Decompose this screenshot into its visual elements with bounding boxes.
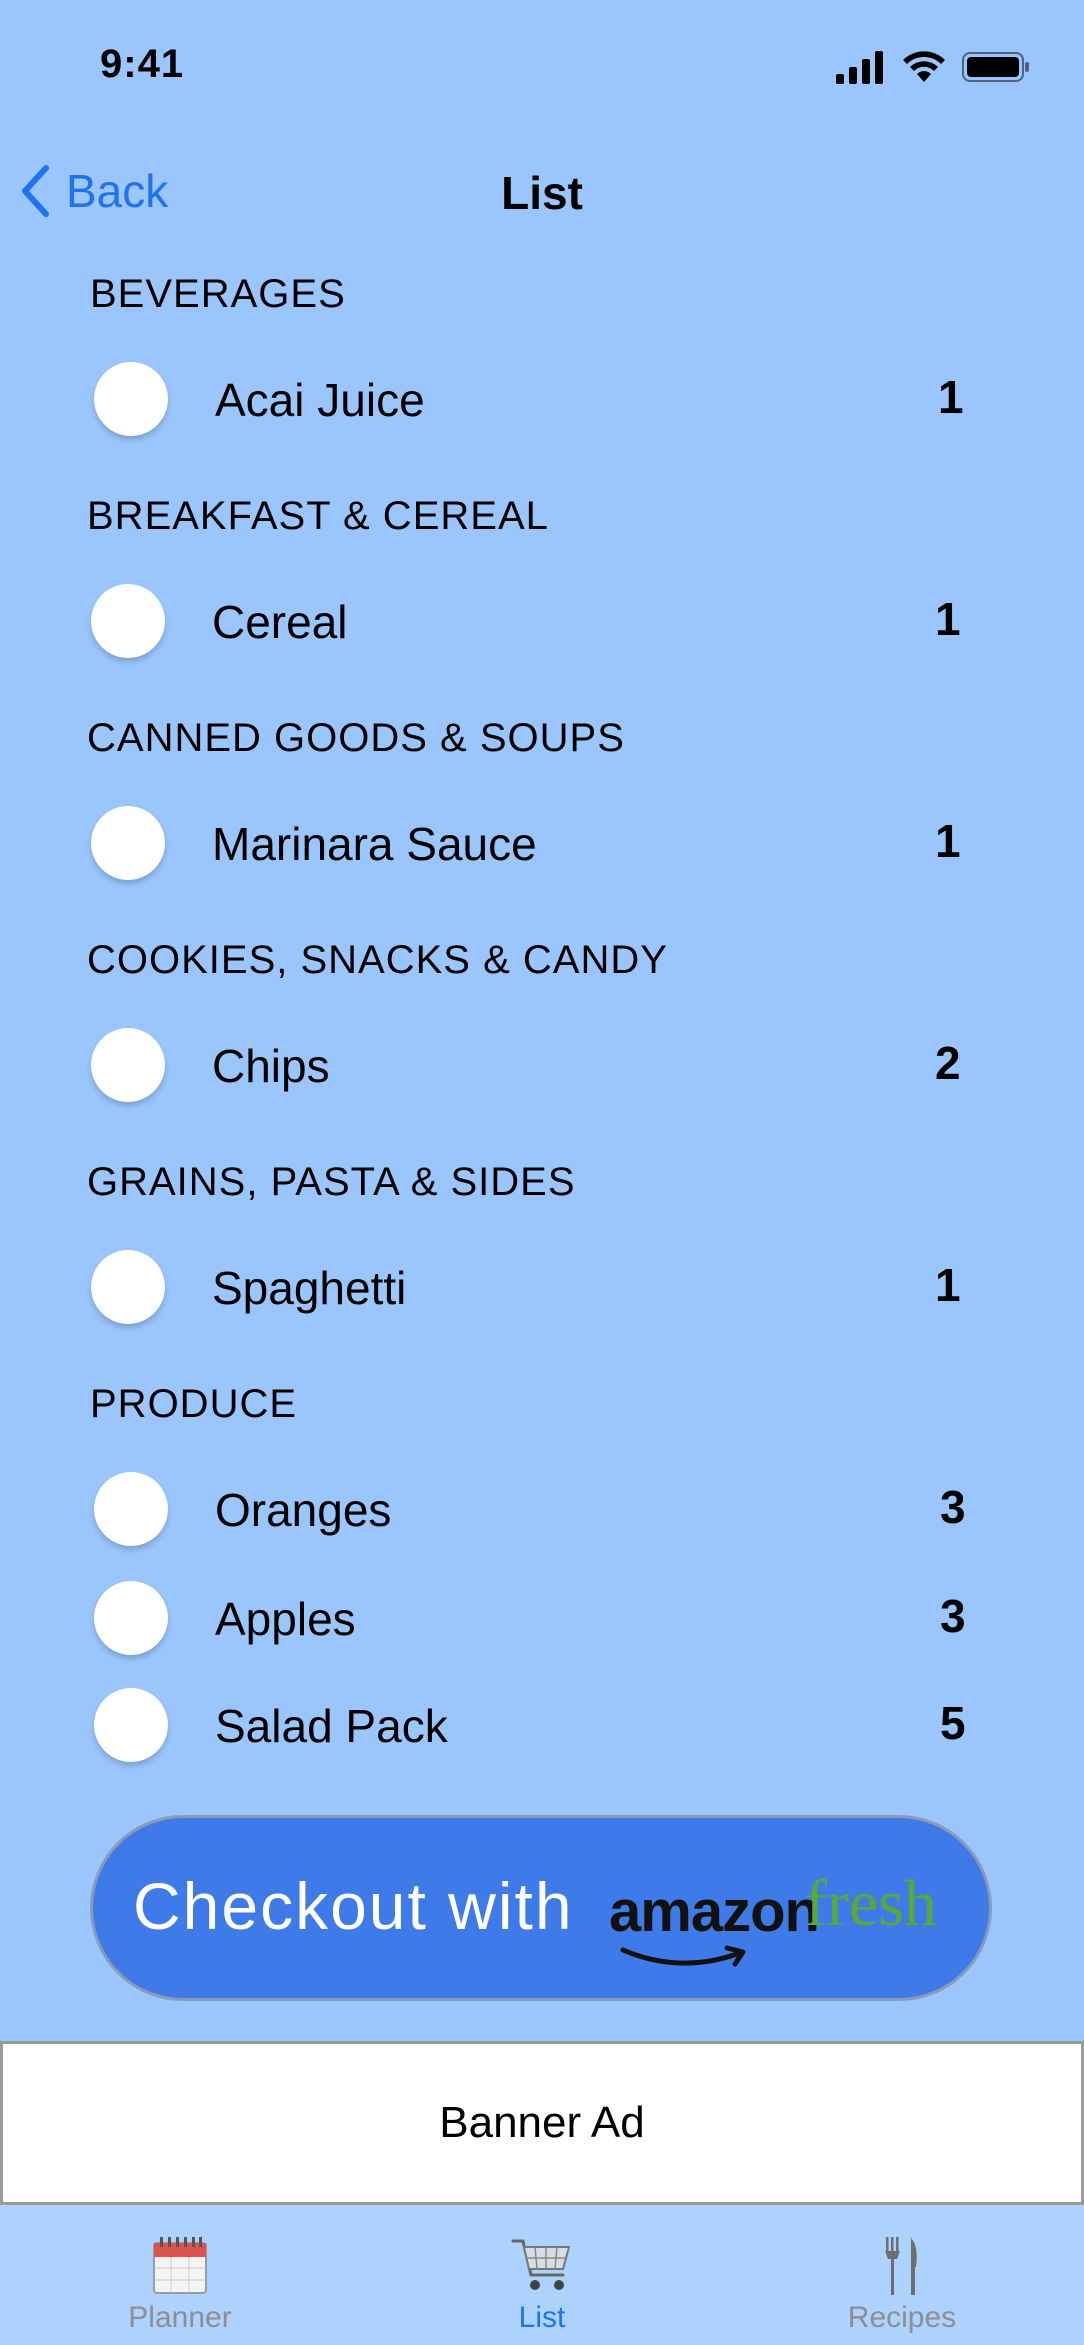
- section-header-produce: PRODUCE: [90, 1382, 298, 1426]
- item-checkbox[interactable]: [91, 806, 165, 880]
- item-quantity: 5: [940, 1697, 966, 1749]
- item-quantity: 1: [935, 1259, 961, 1311]
- item-checkbox[interactable]: [94, 1688, 168, 1762]
- section-header-breakfast-cereal: BREAKFAST & CEREAL: [87, 494, 549, 538]
- list-item: Spaghetti 1: [0, 1243, 1084, 1333]
- cellular-signal-icon: [836, 51, 883, 84]
- tab-label-recipes: Recipes: [847, 2301, 957, 2334]
- item-quantity: 1: [935, 593, 961, 645]
- item-checkbox[interactable]: [94, 362, 168, 436]
- list-item: Oranges 3: [0, 1465, 1084, 1555]
- tab-label-planner: Planner: [128, 2301, 232, 2334]
- item-checkbox[interactable]: [91, 1250, 165, 1324]
- list-item: Chips 2: [0, 1021, 1084, 1111]
- tab-list[interactable]: List: [442, 2205, 642, 2345]
- item-name: Oranges: [215, 1484, 392, 1536]
- list-item: Acai Juice 1: [0, 355, 1084, 445]
- list-item: Marinara Sauce 1: [0, 799, 1084, 889]
- list-item: Salad Pack 5: [0, 1681, 1084, 1771]
- item-quantity: 3: [940, 1590, 966, 1642]
- item-checkbox[interactable]: [91, 1028, 165, 1102]
- navigation-bar: Back List: [0, 150, 1084, 240]
- wifi-icon: [903, 51, 945, 82]
- item-name: Salad Pack: [215, 1700, 448, 1752]
- section-header-canned-goods-soups: CANNED GOODS & SOUPS: [87, 716, 625, 760]
- item-checkbox[interactable]: [91, 584, 165, 658]
- shopping-cart-icon: [511, 2239, 571, 2290]
- item-name: Cereal: [212, 596, 348, 648]
- item-quantity: 1: [935, 815, 961, 867]
- tab-recipes[interactable]: Recipes: [802, 2205, 1002, 2345]
- list-item: Apples 3: [0, 1574, 1084, 1664]
- section-header-grains-pasta-sides: GRAINS, PASTA & SIDES: [87, 1160, 576, 1204]
- item-checkbox[interactable]: [94, 1472, 168, 1546]
- battery-icon: [962, 52, 1029, 82]
- fresh-wordmark: fresh: [805, 1867, 937, 1940]
- status-time: 9:41: [100, 42, 185, 86]
- section-header-cookies-snacks-candy: COOKIES, SNACKS & CANDY: [87, 938, 668, 982]
- page-title: List: [501, 167, 583, 219]
- amazon-fresh-logo: amazon fresh: [609, 1864, 969, 1974]
- tab-planner[interactable]: Planner: [80, 2205, 280, 2345]
- item-quantity: 2: [935, 1037, 961, 1089]
- banner-ad[interactable]: Banner Ad: [0, 2041, 1084, 2205]
- tab-label-list: List: [518, 2301, 566, 2334]
- calendar-icon: [153, 2237, 207, 2294]
- tab-bar: Planner List Recipes: [0, 2205, 1084, 2345]
- checkout-amazon-fresh-button[interactable]: Checkout with amazon fresh: [90, 1815, 992, 2001]
- status-bar: 9:41: [0, 0, 1084, 140]
- amazon-smile-icon: [620, 1945, 746, 1967]
- item-name: Spaghetti: [212, 1262, 407, 1314]
- fork-knife-icon: [885, 2237, 917, 2295]
- item-checkbox[interactable]: [94, 1581, 168, 1655]
- section-header-beverages: BEVERAGES: [90, 272, 346, 316]
- item-quantity: 3: [940, 1481, 966, 1533]
- item-name: Marinara Sauce: [212, 818, 537, 870]
- status-icons: [836, 50, 1032, 84]
- item-name: Chips: [212, 1040, 330, 1092]
- item-name: Acai Juice: [215, 374, 425, 426]
- banner-ad-label: Banner Ad: [439, 2098, 645, 2147]
- list-item: Cereal 1: [0, 577, 1084, 667]
- amazon-wordmark: amazon: [609, 1879, 820, 1944]
- item-name: Apples: [215, 1593, 356, 1645]
- checkout-label: Checkout with: [133, 1869, 574, 1943]
- item-quantity: 1: [938, 371, 964, 423]
